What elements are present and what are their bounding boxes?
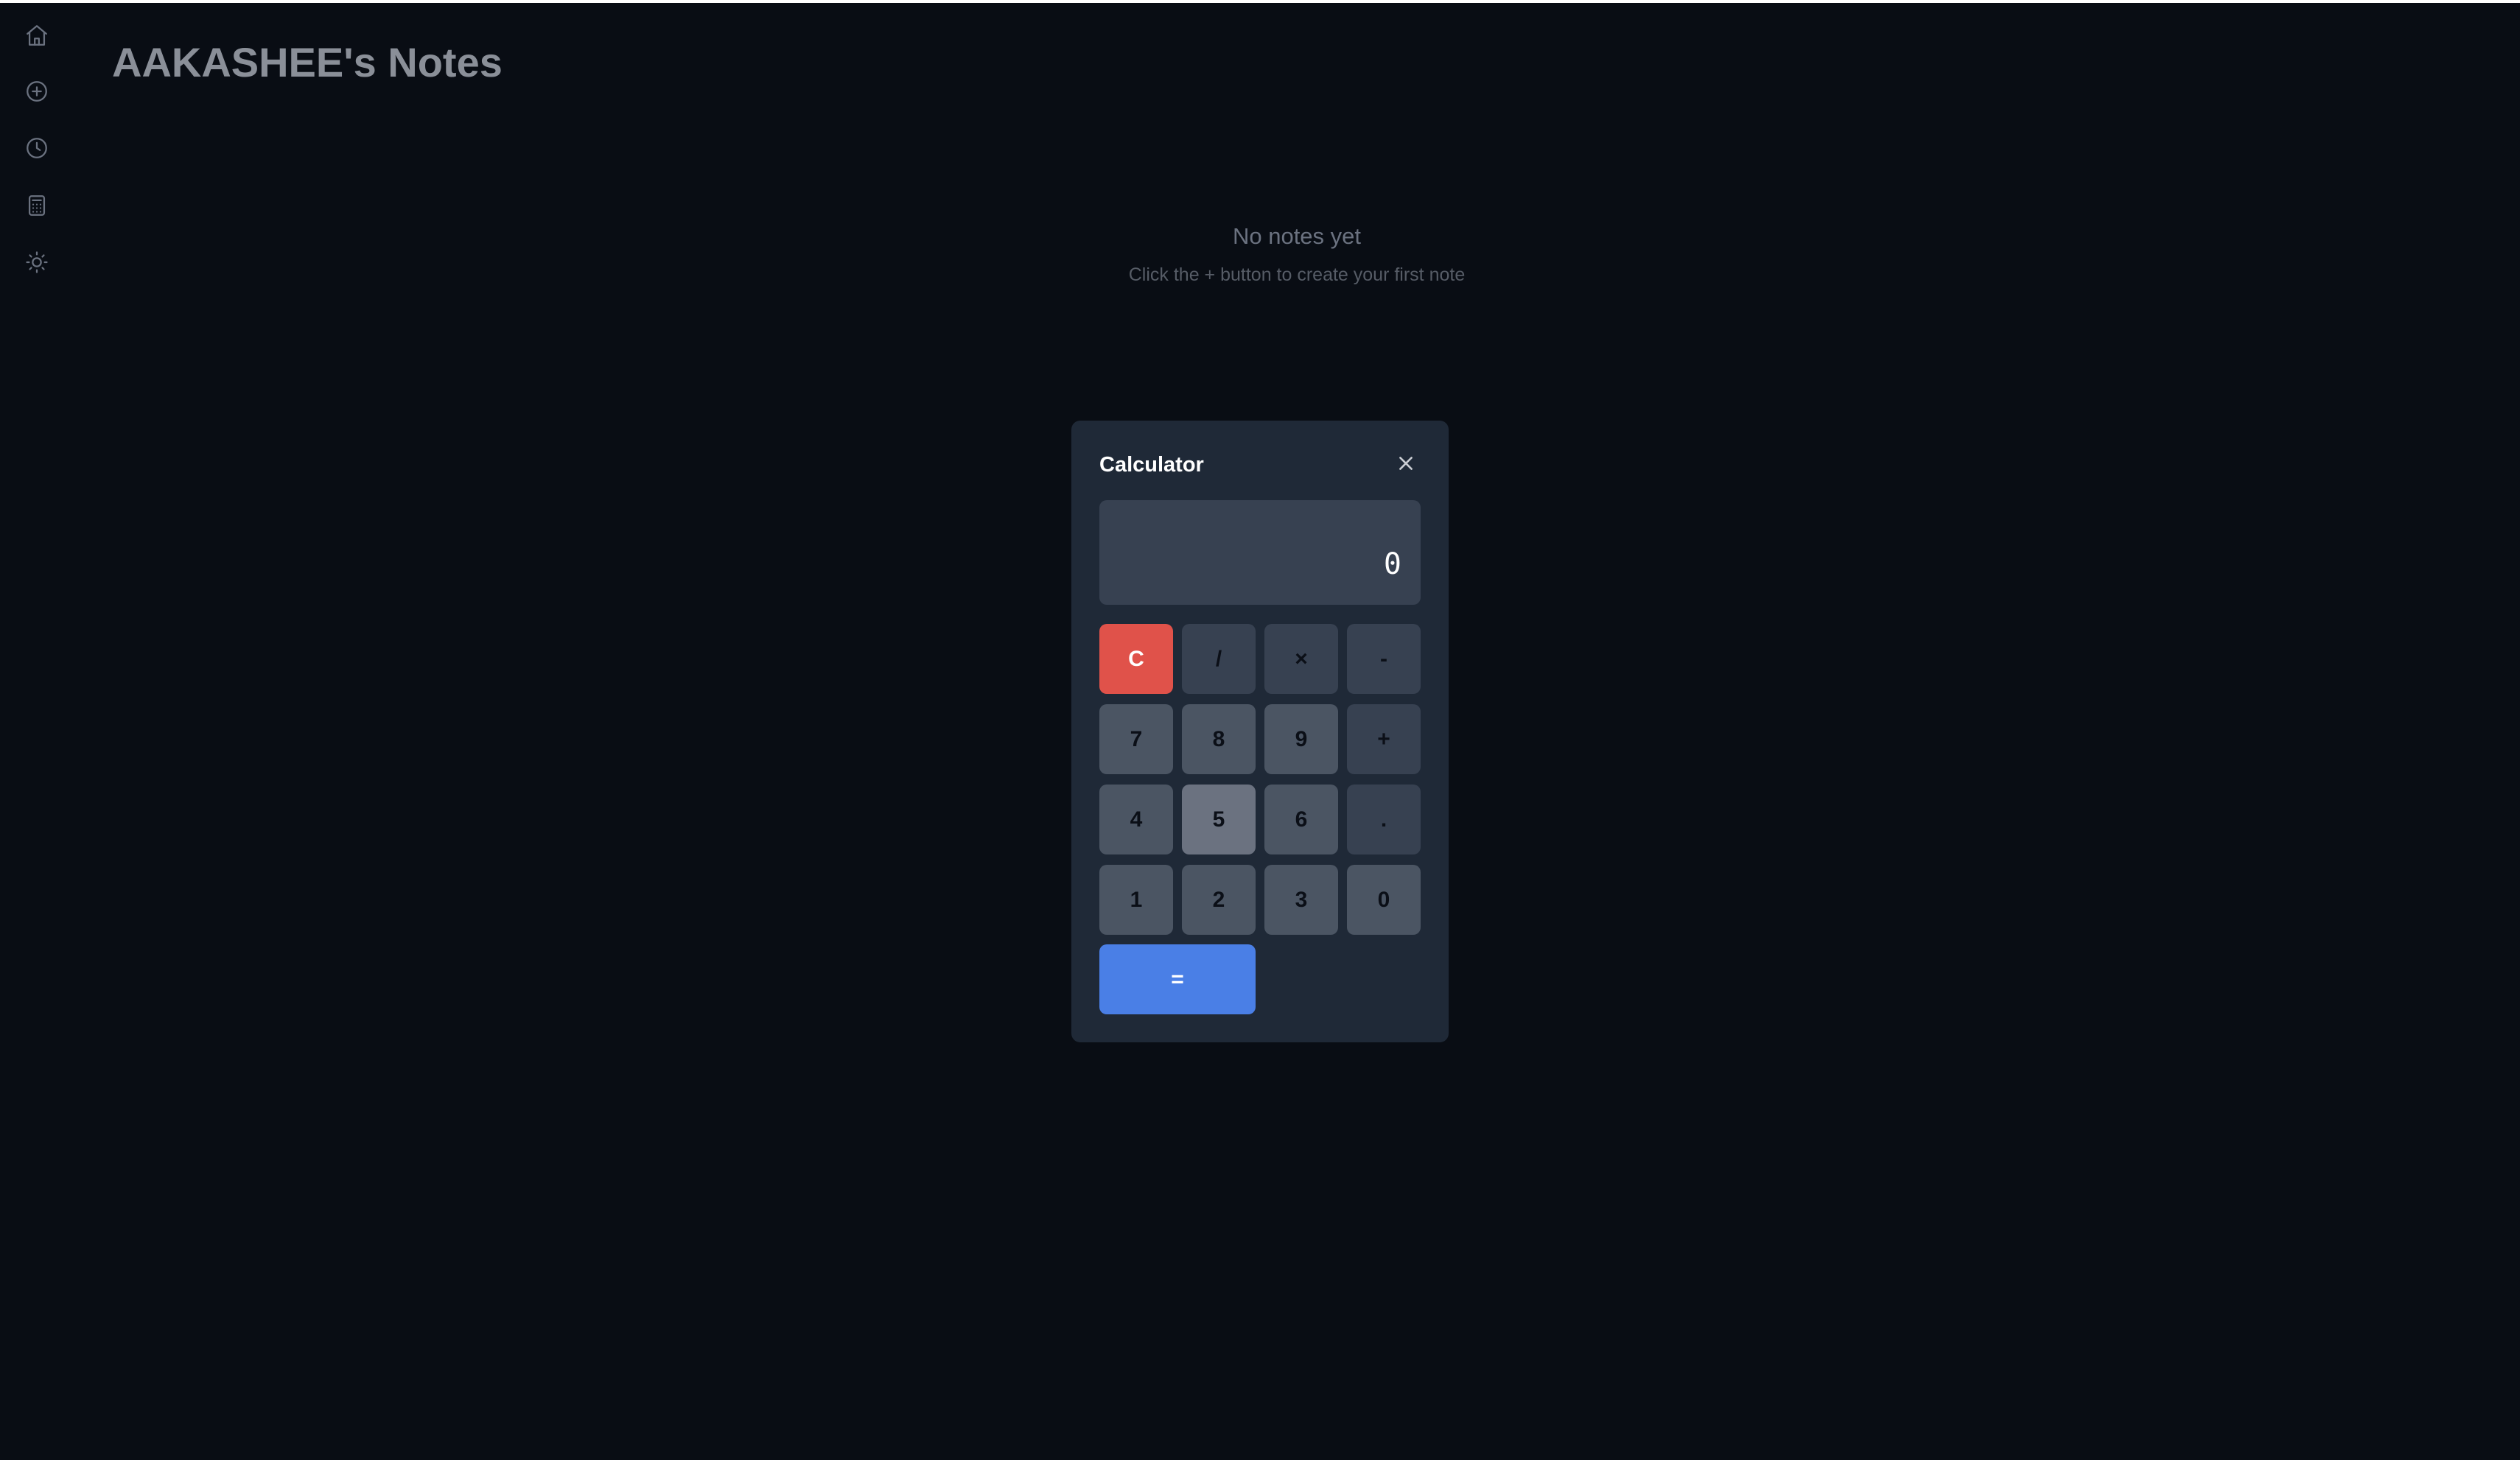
calculator-display: 0 <box>1099 500 1421 605</box>
home-icon <box>24 23 49 52</box>
sun-icon <box>24 250 49 278</box>
clear-button[interactable]: C <box>1099 624 1173 694</box>
divide-button[interactable]: / <box>1182 624 1256 694</box>
sidebar-item-new-note[interactable] <box>16 72 57 113</box>
digit-1-button[interactable]: 1 <box>1099 865 1173 935</box>
empty-state-title: No notes yet <box>1232 223 1362 249</box>
calculator-display-value: 0 <box>1383 547 1401 581</box>
subtract-button[interactable]: - <box>1347 624 1421 694</box>
close-button[interactable] <box>1390 449 1422 481</box>
close-icon <box>1396 454 1415 477</box>
clock-icon <box>24 136 49 164</box>
empty-state: No notes yet Click the + button to creat… <box>928 218 1665 289</box>
digit-5-button[interactable]: 5 <box>1182 785 1256 854</box>
calculator-modal: Calculator 0 C / × - 7 8 9 + 4 5 6 . 1 2… <box>1071 421 1449 1042</box>
multiply-button[interactable]: × <box>1264 624 1338 694</box>
digit-9-button[interactable]: 9 <box>1264 704 1338 774</box>
window-top-border <box>0 0 2520 3</box>
sidebar-item-history[interactable] <box>16 129 57 170</box>
page-title: AAKASHEE's Notes <box>112 39 503 85</box>
equals-button[interactable]: = <box>1099 944 1256 1014</box>
add-button[interactable]: + <box>1347 704 1421 774</box>
sidebar <box>0 3 74 1460</box>
plus-circle-icon <box>24 79 49 108</box>
calculator-title: Calculator <box>1099 453 1204 477</box>
digit-3-button[interactable]: 3 <box>1264 865 1338 935</box>
digit-0-button[interactable]: 0 <box>1347 865 1421 935</box>
digit-2-button[interactable]: 2 <box>1182 865 1256 935</box>
empty-state-subtitle: Click the + button to create your first … <box>1128 264 1466 285</box>
decimal-button[interactable]: . <box>1347 785 1421 854</box>
digit-6-button[interactable]: 6 <box>1264 785 1338 854</box>
calculator-icon <box>24 193 49 222</box>
sidebar-item-calculator[interactable] <box>16 186 57 228</box>
sidebar-item-theme-toggle[interactable] <box>16 243 57 284</box>
sidebar-item-home[interactable] <box>16 16 57 57</box>
digit-8-button[interactable]: 8 <box>1182 704 1256 774</box>
digit-7-button[interactable]: 7 <box>1099 704 1173 774</box>
digit-4-button[interactable]: 4 <box>1099 785 1173 854</box>
